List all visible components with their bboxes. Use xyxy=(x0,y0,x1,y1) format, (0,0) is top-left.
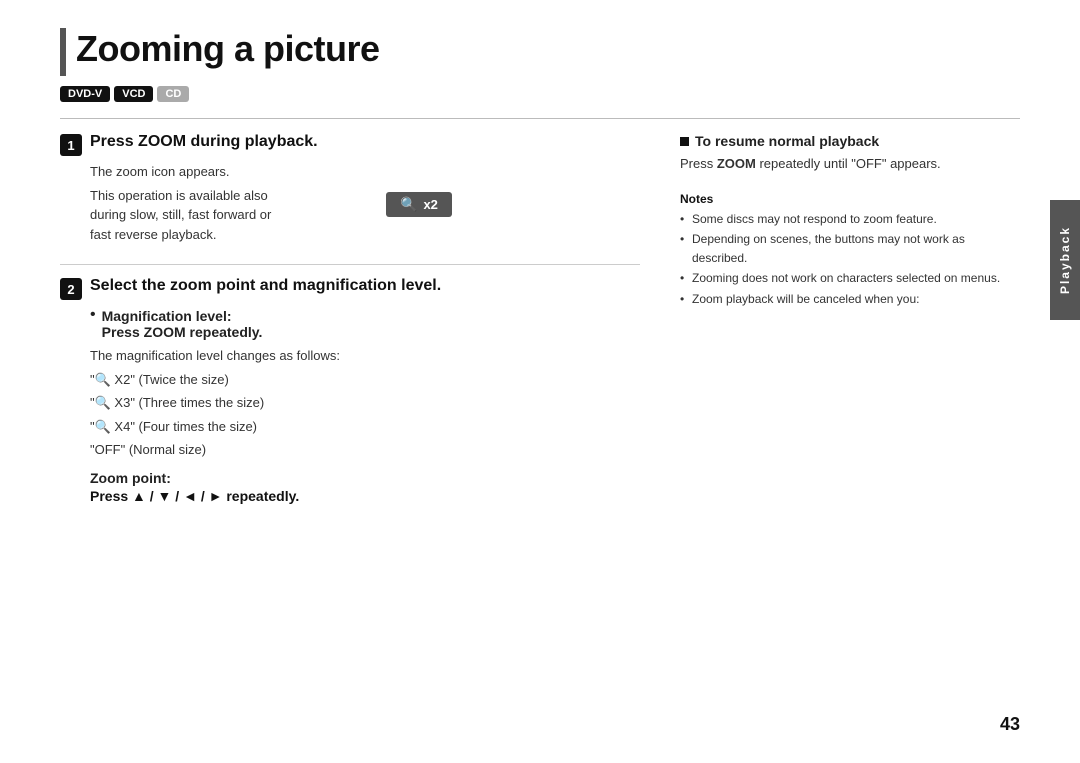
note-3: Zooming does not work on characters sele… xyxy=(680,269,1020,288)
square-bullet-icon xyxy=(680,137,689,146)
sidebar-wrapper: Playback xyxy=(1050,200,1080,320)
step-1-line2: This operation is available also during … xyxy=(90,186,290,245)
step-1-line1: The zoom icon appears. xyxy=(90,162,640,182)
resume-title: To resume normal playback xyxy=(680,133,1020,149)
col-left: 1 Press ZOOM during playback. The zoom i… xyxy=(60,133,640,520)
zoom-mag-icon: 🔍 xyxy=(400,196,417,213)
mag-level-1: "🔍 X2" (Twice the size) xyxy=(90,370,640,390)
note-2: Depending on scenes, the buttons may not… xyxy=(680,230,1020,267)
bullet-dot: • xyxy=(90,306,96,324)
notes-section: Notes Some discs may not respond to zoom… xyxy=(680,192,1020,309)
format-badges: DVD-V VCD CD xyxy=(60,86,1020,102)
mag-level-4: "OFF" (Normal size) xyxy=(90,440,640,460)
step-1-header: 1 Press ZOOM during playback. xyxy=(60,133,640,156)
step-2-body: • Magnification level: Press ZOOM repeat… xyxy=(60,308,640,504)
badge-cd: CD xyxy=(157,86,189,102)
notes-title: Notes xyxy=(680,192,1020,206)
zoom-icon-label: x2 xyxy=(423,197,437,212)
step-1-block: 1 Press ZOOM during playback. The zoom i… xyxy=(60,133,640,248)
zoom-icon-box: 🔍 x2 xyxy=(386,192,452,217)
badge-vcd: VCD xyxy=(114,86,153,102)
zoom-point-title: Zoom point: xyxy=(90,470,640,486)
sidebar-label: Playback xyxy=(1058,226,1072,294)
top-divider xyxy=(60,118,1020,119)
step-1-number: 1 xyxy=(60,134,82,156)
main-columns: 1 Press ZOOM during playback. The zoom i… xyxy=(60,133,1020,520)
mag-level-3: "🔍 X4" (Four times the size) xyxy=(90,417,640,437)
col-right: To resume normal playback Press ZOOM rep… xyxy=(680,133,1020,520)
page-title: Zooming a picture xyxy=(76,28,380,70)
step-divider xyxy=(60,264,640,265)
mag-level-2: "🔍 X3" (Three times the size) xyxy=(90,393,640,413)
step-1-body: The zoom icon appears. This operation is… xyxy=(60,162,640,248)
note-1: Some discs may not respond to zoom featu… xyxy=(680,210,1020,229)
step-2-header: 2 Select the zoom point and magnificatio… xyxy=(60,277,640,300)
page-number: 43 xyxy=(1000,714,1020,735)
step-2-block: 2 Select the zoom point and magnificatio… xyxy=(60,277,640,504)
title-accent-bar xyxy=(60,28,66,76)
zoom-point-desc: Press ▲ / ▼ / ◄ / ► repeatedly. xyxy=(90,488,640,504)
magnification-desc: The magnification level changes as follo… xyxy=(90,346,640,366)
notes-list: Some discs may not respond to zoom featu… xyxy=(680,210,1020,309)
note-4: Zoom playback will be canceled when you: xyxy=(680,290,1020,309)
resume-body: Press ZOOM repeatedly until "OFF" appear… xyxy=(680,154,1020,174)
badge-dvdv: DVD-V xyxy=(60,86,110,102)
magnification-section: • Magnification level: Press ZOOM repeat… xyxy=(90,308,640,460)
step-1-title: Press ZOOM during playback. xyxy=(90,133,318,151)
resume-section: To resume normal playback Press ZOOM rep… xyxy=(680,133,1020,174)
page-container: Zooming a picture DVD-V VCD CD 1 Press Z… xyxy=(0,0,1080,763)
magnification-header: Magnification level: Press ZOOM repeated… xyxy=(102,308,263,340)
zoom-point-section: Zoom point: Press ▲ / ▼ / ◄ / ► repeated… xyxy=(90,470,640,504)
step-2-number: 2 xyxy=(60,278,82,300)
step-2-title: Select the zoom point and magnification … xyxy=(90,277,441,295)
title-wrapper: Zooming a picture xyxy=(60,28,1020,76)
